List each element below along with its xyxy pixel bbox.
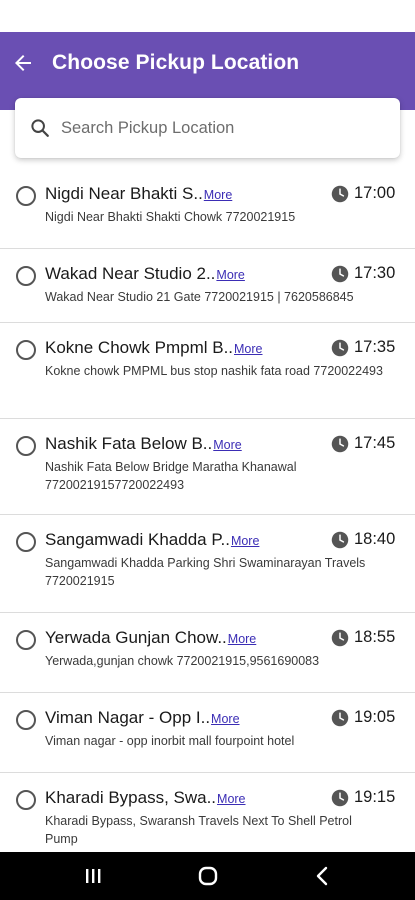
location-address: Yerwada,gunjan chowk 7720021915,95616900… xyxy=(45,654,320,668)
status-bar xyxy=(0,0,415,32)
clock-icon xyxy=(331,339,349,357)
search-bar[interactable] xyxy=(15,98,400,158)
more-link[interactable]: More xyxy=(211,712,239,726)
location-title-text: Yerwada Gunjan Chow.. xyxy=(45,628,227,647)
location-title-text: Nigdi Near Bhakti S.. xyxy=(45,184,203,203)
row-divider xyxy=(0,612,415,613)
row-divider xyxy=(0,248,415,249)
pickup-time: 17:45 xyxy=(354,434,396,452)
location-address: Nigdi Near Bhakti Shakti Chowk 772002191… xyxy=(45,210,296,224)
location-title: Sangamwadi Khadda P..More xyxy=(45,530,259,550)
chevron-left-icon[interactable] xyxy=(310,864,336,888)
radio-unchecked-icon[interactable] xyxy=(16,340,36,360)
location-address: Wakad Near Studio 21 Gate 7720021915 | 7… xyxy=(45,290,354,304)
pickup-time: 18:40 xyxy=(354,530,396,548)
location-title-text: Viman Nagar - Opp I.. xyxy=(45,708,211,727)
back-button[interactable] xyxy=(8,48,38,78)
row-divider xyxy=(0,514,415,515)
clock-icon xyxy=(331,629,349,647)
radio-unchecked-icon[interactable] xyxy=(16,186,36,206)
location-title: Viman Nagar - Opp I..More xyxy=(45,708,240,728)
pickup-time: 19:15 xyxy=(354,788,396,806)
clock-icon xyxy=(331,709,349,727)
clock-icon xyxy=(331,789,349,807)
radio-unchecked-icon[interactable] xyxy=(16,710,36,730)
location-title-text: Wakad Near Studio 2.. xyxy=(45,264,216,283)
location-address: Kokne chowk PMPML bus stop nashik fata r… xyxy=(45,364,383,378)
clock-icon xyxy=(331,265,349,283)
clock-icon xyxy=(331,531,349,549)
location-title: Kharadi Bypass, Swa..More xyxy=(45,788,246,808)
location-title-text: Nashik Fata Below B.. xyxy=(45,434,213,453)
home-icon[interactable] xyxy=(195,864,221,888)
location-address: Sangamwadi Khadda Parking Shri Swaminara… xyxy=(45,556,366,588)
more-link[interactable]: More xyxy=(204,188,232,202)
system-navigation-bar xyxy=(0,852,415,900)
row-divider xyxy=(0,322,415,323)
more-link[interactable]: More xyxy=(213,438,241,452)
more-link[interactable]: More xyxy=(216,268,244,282)
radio-unchecked-icon[interactable] xyxy=(16,790,36,810)
location-title-text: Kokne Chowk Pmpml B.. xyxy=(45,338,234,357)
pickup-time: 17:35 xyxy=(354,338,396,356)
clock-icon xyxy=(331,435,349,453)
row-divider xyxy=(0,418,415,419)
location-title-text: Kharadi Bypass, Swa.. xyxy=(45,788,217,807)
search-input[interactable] xyxy=(61,113,381,143)
location-title: Wakad Near Studio 2..More xyxy=(45,264,245,284)
location-title: Kokne Chowk Pmpml B..More xyxy=(45,338,263,358)
arrow-left-icon xyxy=(15,55,31,71)
radio-unchecked-icon[interactable] xyxy=(16,630,36,650)
radio-unchecked-icon[interactable] xyxy=(16,266,36,286)
radio-unchecked-icon[interactable] xyxy=(16,532,36,552)
search-icon xyxy=(31,119,49,137)
recent-apps-icon[interactable] xyxy=(80,864,106,888)
more-link[interactable]: More xyxy=(228,632,256,646)
location-title: Nashik Fata Below B..More xyxy=(45,434,242,454)
pickup-time: 17:30 xyxy=(354,264,396,282)
radio-unchecked-icon[interactable] xyxy=(16,436,36,456)
clock-icon xyxy=(331,185,349,203)
row-divider xyxy=(0,772,415,773)
pickup-time: 19:05 xyxy=(354,708,396,726)
more-link[interactable]: More xyxy=(217,792,245,806)
more-link[interactable]: More xyxy=(234,342,262,356)
page-title: Choose Pickup Location xyxy=(52,51,300,74)
location-title: Yerwada Gunjan Chow..More xyxy=(45,628,256,648)
location-address: Viman nagar - opp inorbit mall fourpoint… xyxy=(45,734,295,748)
location-title: Nigdi Near Bhakti S..More xyxy=(45,184,232,204)
location-address: Nashik Fata Below Bridge Maratha Khanawa… xyxy=(45,460,297,492)
row-divider xyxy=(0,692,415,693)
location-title-text: Sangamwadi Khadda P.. xyxy=(45,530,230,549)
location-address: Kharadi Bypass, Swaransh Travels Next To… xyxy=(45,814,352,846)
more-link[interactable]: More xyxy=(231,534,259,548)
pickup-time: 17:00 xyxy=(354,184,396,202)
pickup-time: 18:55 xyxy=(354,628,396,646)
